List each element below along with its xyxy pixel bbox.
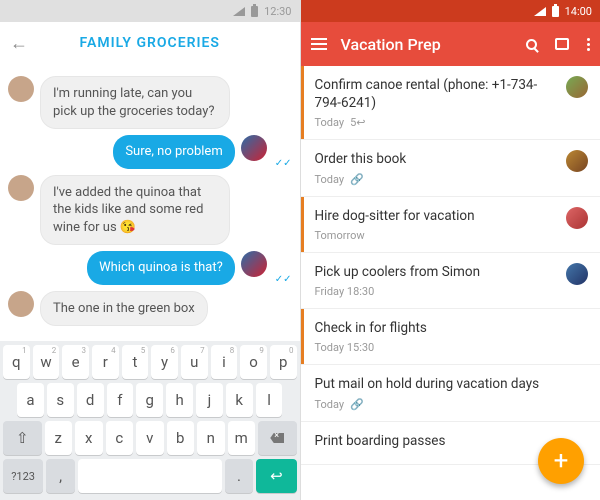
key-s[interactable]: s (47, 383, 74, 417)
statusbar-right: 14:00 (301, 0, 600, 22)
task-row[interactable]: Put mail on hold during vacation days Tod… (301, 365, 600, 421)
period-key[interactable]: . (225, 459, 254, 493)
avatar[interactable] (8, 76, 34, 102)
clock: 14:00 (565, 5, 592, 18)
task-meta: Today 15:30 (315, 341, 589, 354)
message-row: Sure, no problem ✓✓ (8, 135, 292, 169)
message-row: The one in the green box (8, 291, 292, 327)
task-title: Check in for flights (315, 319, 589, 337)
task-title: Order this book (315, 150, 557, 168)
key-p[interactable]: p0 (270, 345, 297, 379)
search-icon[interactable] (526, 39, 537, 50)
key-d[interactable]: d (77, 383, 104, 417)
key-y[interactable]: y6 (151, 345, 178, 379)
more-icon[interactable] (587, 38, 590, 51)
chat-body: I'm running late, can you pick up the gr… (0, 64, 300, 341)
signal-icon (534, 7, 546, 16)
key-g[interactable]: g (136, 383, 163, 417)
add-task-fab[interactable]: + (538, 438, 584, 484)
read-checks-icon: ✓✓ (275, 274, 292, 285)
list-title[interactable]: Vacation Prep (341, 35, 513, 54)
key-a[interactable]: a (17, 383, 44, 417)
key-r[interactable]: r4 (92, 345, 119, 379)
task-title: Hire dog-sitter for vacation (315, 207, 557, 225)
message-bubble: Sure, no problem (113, 135, 234, 169)
backspace-icon (270, 433, 284, 443)
task-title: Confirm canoe rental (phone: +1-734-794-… (315, 76, 557, 112)
key-l[interactable]: l (256, 383, 283, 417)
avatar[interactable] (241, 251, 267, 277)
task-title: Put mail on hold during vacation days (315, 375, 589, 393)
avatar[interactable] (241, 135, 267, 161)
message-row: Which quinoa is that? ✓✓ (8, 251, 292, 285)
message-bubble: I've added the quinoa that the kids like… (40, 175, 230, 246)
statusbar-left: 12:30 (0, 0, 300, 22)
task-row[interactable]: Check in for flights Today 15:30 (301, 309, 600, 365)
task-row[interactable]: Pick up coolers from Simon Friday 18:30 (301, 253, 600, 309)
key-w[interactable]: w2 (33, 345, 60, 379)
shift-key[interactable]: ⇧ (3, 421, 42, 455)
back-arrow-icon[interactable]: ← (10, 33, 32, 54)
backspace-key[interactable] (258, 421, 297, 455)
task-title: Pick up coolers from Simon (315, 263, 557, 281)
enter-key[interactable]: ↩ (256, 459, 296, 493)
message-row: I've added the quinoa that the kids like… (8, 175, 292, 246)
chat-title: FAMILY GROCERIES (32, 35, 268, 51)
battery-icon (251, 6, 258, 17)
assignee-avatar[interactable] (566, 207, 588, 229)
key-m[interactable]: m (228, 421, 256, 455)
key-f[interactable]: f (107, 383, 134, 417)
message-bubble: Which quinoa is that? (87, 251, 235, 285)
task-meta: Today5↩ (315, 116, 557, 129)
task-row[interactable]: Hire dog-sitter for vacation Tomorrow (301, 197, 600, 253)
key-c[interactable]: c (106, 421, 134, 455)
key-v[interactable]: v (136, 421, 164, 455)
avatar[interactable] (8, 291, 34, 317)
keyboard: q1w2e3r4t5y6u7i8o9p0 asdfghjkl ⇧ zxcvbnm… (0, 341, 300, 500)
task-meta: Friday 18:30 (315, 285, 557, 298)
task-meta: Today🔗 (315, 173, 557, 186)
key-j[interactable]: j (196, 383, 223, 417)
todo-header: Vacation Prep (301, 22, 600, 66)
key-b[interactable]: b (167, 421, 195, 455)
message-row: I'm running late, can you pick up the gr… (8, 76, 292, 129)
task-row[interactable]: Order this book Today🔗 (301, 140, 600, 196)
assignee-avatar[interactable] (566, 263, 588, 285)
key-t[interactable]: t5 (122, 345, 149, 379)
assignee-avatar[interactable] (566, 76, 588, 98)
attachment-icon: 🔗 (350, 398, 364, 411)
chat-header: ← FAMILY GROCERIES (0, 22, 300, 64)
key-x[interactable]: x (75, 421, 103, 455)
avatar[interactable] (8, 175, 34, 201)
key-u[interactable]: u7 (181, 345, 208, 379)
symbols-key[interactable]: ?123 (3, 459, 43, 493)
key-e[interactable]: e3 (62, 345, 89, 379)
key-z[interactable]: z (45, 421, 73, 455)
read-checks-icon: ✓✓ (275, 158, 292, 169)
key-h[interactable]: h (166, 383, 193, 417)
message-bubble: The one in the green box (40, 291, 208, 327)
task-row[interactable]: Confirm canoe rental (phone: +1-734-794-… (301, 66, 600, 140)
todo-list[interactable]: Confirm canoe rental (phone: +1-734-794-… (301, 66, 600, 500)
task-meta: Today🔗 (315, 398, 589, 411)
signal-icon (233, 7, 245, 16)
battery-icon (552, 6, 559, 17)
key-n[interactable]: n (197, 421, 225, 455)
key-i[interactable]: i8 (211, 345, 238, 379)
key-o[interactable]: o9 (240, 345, 267, 379)
attachment-icon: 🔗 (350, 173, 364, 186)
assignee-avatar[interactable] (566, 150, 588, 172)
comma-key[interactable]: , (46, 459, 75, 493)
comment-icon[interactable] (555, 38, 569, 50)
clock: 12:30 (264, 5, 291, 18)
key-q[interactable]: q1 (3, 345, 30, 379)
task-meta: Tomorrow (315, 229, 557, 242)
key-k[interactable]: k (226, 383, 253, 417)
space-key[interactable] (78, 459, 222, 493)
menu-icon[interactable] (311, 38, 327, 50)
message-bubble: I'm running late, can you pick up the gr… (40, 76, 230, 129)
